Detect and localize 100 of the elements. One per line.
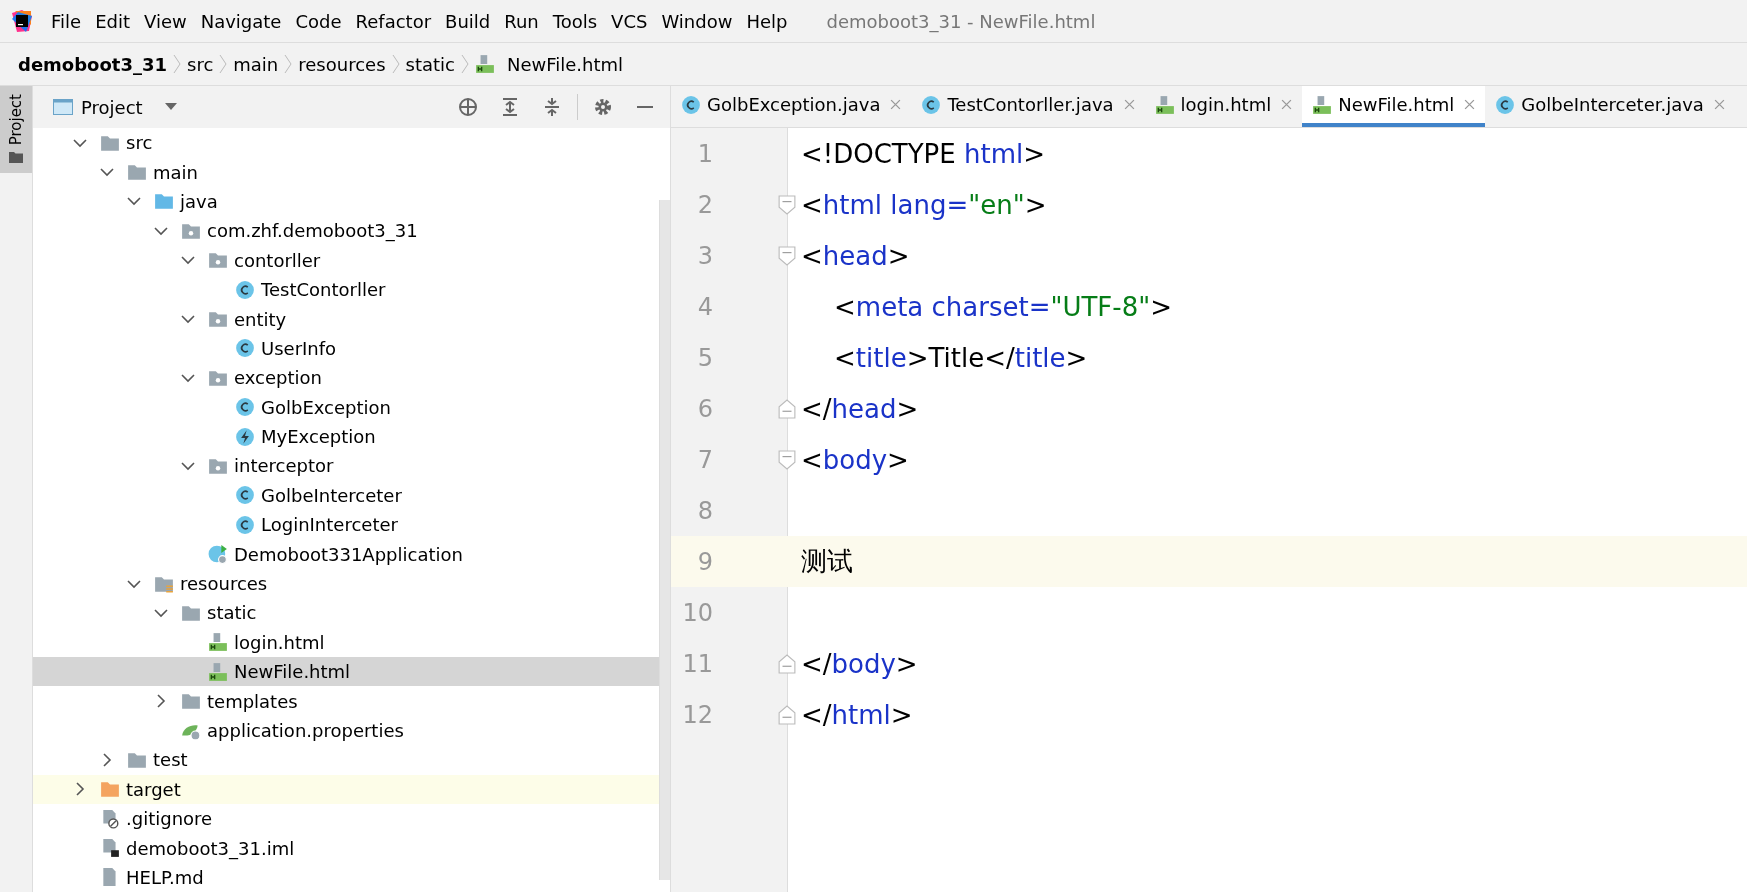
menu-item[interactable]: Edit (95, 10, 130, 32)
fold-marker-icon[interactable] (778, 448, 796, 471)
tree-item[interactable]: login.html (33, 627, 659, 658)
package-icon (208, 309, 228, 330)
collapse-all-icon[interactable] (542, 97, 562, 117)
folder-icon (181, 691, 201, 712)
tree-item[interactable]: GolbeInterceter (33, 480, 659, 511)
dropdown-icon[interactable] (164, 103, 177, 111)
menu-item[interactable]: View (144, 10, 187, 32)
html-file-icon (208, 661, 228, 682)
editor-tab[interactable]: GolbException.java (671, 86, 912, 127)
breadcrumb-item[interactable]: resources (298, 53, 386, 75)
tree-item[interactable]: HELP.md (33, 862, 659, 892)
folder-icon (9, 151, 23, 164)
close-icon[interactable] (1464, 99, 1476, 110)
fold-marker-icon[interactable] (778, 397, 796, 420)
fold-marker-icon[interactable] (778, 703, 796, 726)
tree-item[interactable]: contorller (33, 245, 659, 275)
class-icon (681, 94, 701, 115)
crosshair-icon[interactable] (458, 97, 478, 117)
chevron-icon (173, 54, 181, 74)
tree-item[interactable]: test (33, 745, 659, 775)
project-tool-tab[interactable]: Project (0, 86, 32, 174)
tree-item[interactable]: main (33, 157, 659, 187)
tree-item[interactable]: NewFile.html (33, 657, 659, 687)
chevron-icon (219, 54, 228, 74)
package-icon (208, 250, 228, 271)
line-number: 3 (696, 241, 713, 270)
tree-item[interactable]: java (33, 186, 659, 217)
tree-item[interactable]: resources (33, 568, 659, 599)
tree-item[interactable]: com.zhf.demoboot3_31 (33, 216, 659, 246)
folder-icon (127, 162, 147, 183)
tree-item[interactable]: entity (33, 304, 659, 334)
window-title: demoboot3_31 - NewFile.html (826, 10, 1096, 32)
menu-item[interactable]: Help (746, 10, 788, 32)
tree-item[interactable]: TestContorller (33, 274, 659, 305)
line-number: 8 (696, 496, 713, 525)
code-line: <head> (801, 240, 910, 271)
html-file-icon (208, 632, 228, 653)
code-line: </html> (801, 699, 913, 730)
chevron-down-icon[interactable] (181, 459, 195, 473)
chevron-right-icon[interactable] (100, 752, 114, 767)
code-line: <html lang="en"> (801, 189, 1047, 220)
settings-icon[interactable] (593, 97, 613, 117)
tree-item[interactable]: application.properties (33, 715, 659, 746)
menu-item[interactable]: Code (295, 10, 342, 32)
class-icon (235, 514, 255, 535)
editor-tab[interactable]: TestContorller.java (911, 86, 1145, 127)
fold-marker-icon[interactable] (778, 244, 796, 267)
run-class-icon (208, 544, 228, 565)
scrollbar[interactable] (659, 200, 670, 880)
tree-item[interactable]: demoboot3_31.iml (33, 833, 659, 863)
tree-item[interactable]: exception (33, 363, 659, 393)
tree-item[interactable]: static (33, 598, 659, 628)
menu-item[interactable]: Window (661, 10, 733, 32)
tree-item[interactable]: Demoboot331Application (33, 539, 659, 569)
class-icon (1495, 94, 1516, 115)
chevron-right-icon[interactable] (154, 694, 168, 709)
menu-item[interactable]: Run (504, 10, 539, 32)
editor-tab[interactable]: login.html (1144, 86, 1303, 127)
tree-item[interactable]: UserInfo (33, 333, 659, 364)
tree-item[interactable]: MyException (33, 421, 659, 452)
line-number: 5 (696, 343, 713, 372)
chevron-right-icon[interactable] (73, 782, 87, 797)
menu-item[interactable]: Tools (552, 10, 598, 32)
editor-tab[interactable]: GolbeInterceter.java (1485, 86, 1735, 127)
tree-item[interactable]: target (33, 774, 659, 804)
menu-item[interactable]: File (51, 10, 82, 32)
html-file-icon (1312, 94, 1333, 115)
chevron-icon (391, 54, 400, 74)
tree-item[interactable]: LoginInterceter (33, 510, 659, 540)
class-icon (921, 94, 942, 115)
chevron-icon (284, 54, 293, 74)
lightning-class-icon (235, 426, 255, 447)
fold-marker-icon[interactable] (778, 193, 796, 216)
panel-title[interactable]: Project (81, 96, 143, 118)
breadcrumb-item[interactable]: static (405, 53, 455, 75)
code-line: <title>Title</title> (833, 342, 1088, 373)
code-line: </head> (801, 393, 919, 424)
breadcrumb-item[interactable]: src (187, 53, 214, 75)
menu-item[interactable]: VCS (611, 10, 648, 32)
menu-item[interactable]: Navigate (200, 10, 282, 32)
breadcrumb-item[interactable]: demoboot3_31 (18, 53, 167, 75)
line-number: 2 (696, 190, 713, 219)
tree-item[interactable]: interceptor (33, 451, 659, 481)
menu-item[interactable]: Refactor (355, 10, 432, 32)
tree-item[interactable]: src (33, 128, 659, 158)
tree-item[interactable]: templates (33, 686, 659, 716)
code-line: <body> (801, 444, 909, 475)
fold-marker-icon[interactable] (778, 652, 796, 675)
expand-all-icon[interactable] (500, 97, 520, 117)
app-logo-icon (10, 9, 34, 33)
breadcrumb-item[interactable]: NewFile.html (506, 53, 624, 75)
menu-item[interactable]: Build (445, 10, 491, 32)
editor-tab[interactable]: NewFile.html (1302, 86, 1486, 127)
line-number: 4 (696, 292, 713, 321)
tree-item[interactable]: .gitignore (33, 804, 659, 834)
line-number: 10 (681, 598, 713, 627)
tree-item[interactable]: GolbException (33, 392, 659, 422)
breadcrumb-item[interactable]: main (233, 53, 279, 75)
